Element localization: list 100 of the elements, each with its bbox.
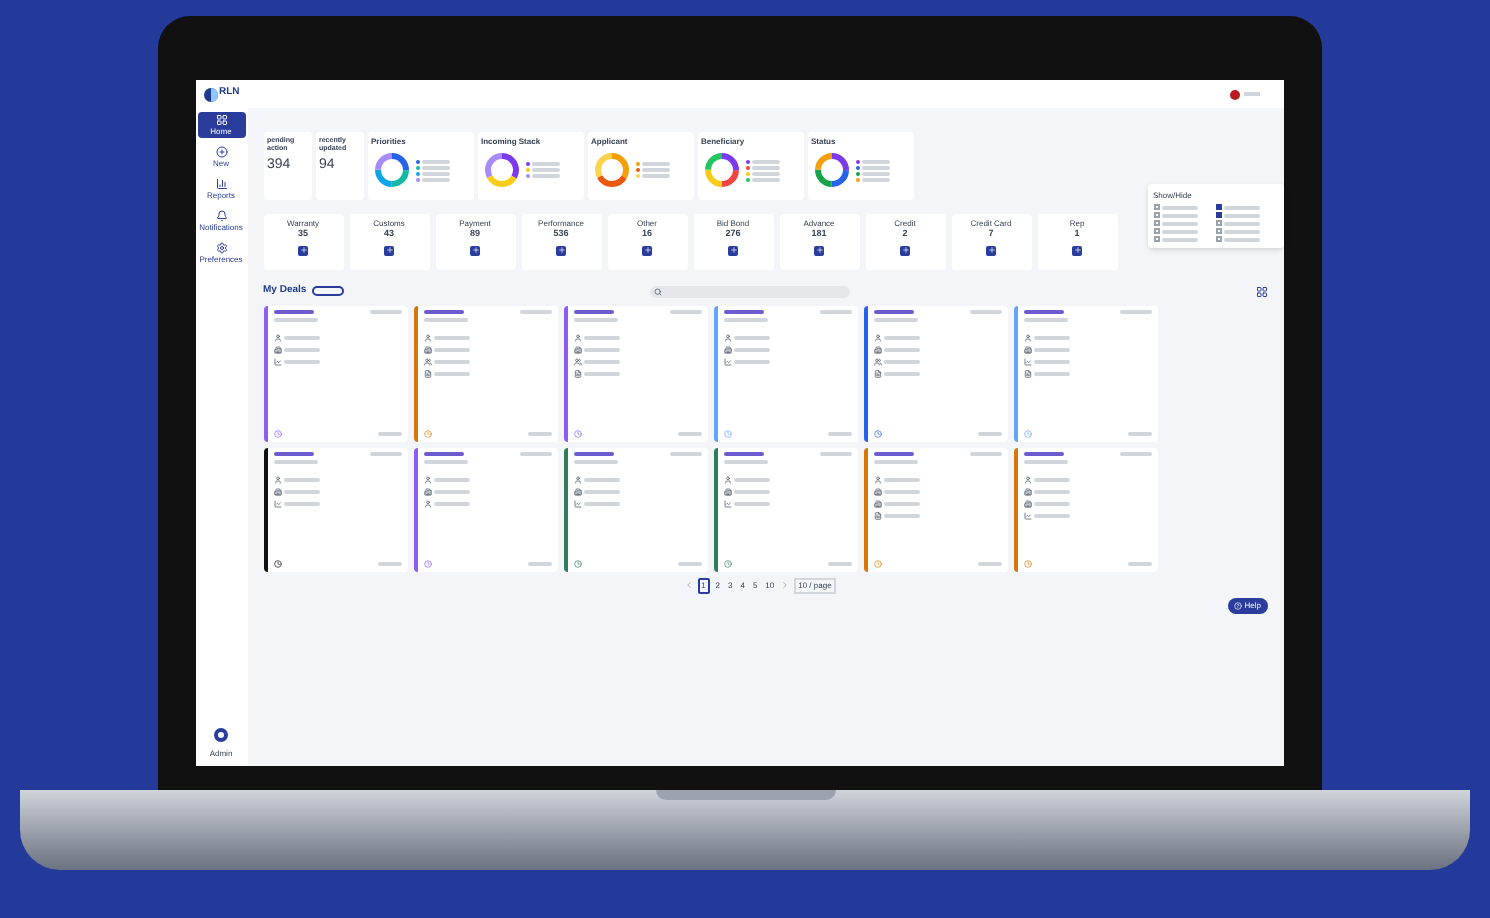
plus-icon [557,246,565,255]
add-button[interactable] [900,245,910,256]
blurred-text-line [1224,213,1260,217]
status-icon [873,559,881,567]
blurred-text-line [977,561,1001,565]
blurred-text-line [423,317,467,321]
blurred-text-line [583,371,619,375]
blurred-text-line [1127,431,1151,435]
detail-icon [273,499,281,507]
detail-icon [423,475,431,483]
blurred-text-line [527,561,551,565]
detail-icon [873,499,881,507]
blurred-text-line [883,371,919,375]
blurred-text-line [583,477,619,481]
detail-icon [723,499,731,507]
grid-view-icon[interactable] [1255,285,1267,298]
option-checkbox[interactable] [1216,236,1222,242]
blurred-text-line [433,347,469,351]
add-button[interactable] [384,245,394,256]
blurred-text-line [969,451,1001,455]
blurred-text-line [1023,317,1067,321]
blurred-text-line [1033,347,1069,351]
option-checkbox[interactable] [1216,220,1222,226]
filter-pill[interactable] [312,286,345,297]
detail-icon [273,357,281,365]
add-button[interactable] [728,245,738,256]
detail-icon [1023,511,1031,519]
nav-icon [215,242,227,254]
detail-icon [273,333,281,341]
blurred-text-line [583,489,619,493]
blurred-text-line [433,359,469,363]
blurred-text-line [1023,451,1063,455]
blurred-text-line [723,451,763,455]
blurred-text-line [273,317,317,321]
blurred-text-line [519,451,551,455]
blurred-text-line [827,431,851,435]
add-button[interactable] [298,245,308,256]
blurred-text-line [883,513,919,517]
blurred-text-line [723,317,767,321]
plus-icon [299,246,307,255]
blurred-text-line [873,317,917,321]
add-button[interactable] [642,245,652,256]
option-checkbox[interactable] [1153,212,1159,218]
blurred-text-line [669,309,701,313]
detail-icon [723,487,731,495]
search-field[interactable] [650,285,851,298]
add-button[interactable] [986,245,996,256]
nav-icon [215,178,227,190]
blurred-text-line [819,451,851,455]
blurred-text-line [573,451,613,455]
blurred-text-line [883,335,919,339]
deal-card[interactable] [263,447,407,571]
blurred-text-line [669,451,701,455]
detail-icon [723,333,731,341]
detail-icon [573,345,581,353]
add-button[interactable] [814,245,824,256]
blurred-text-line [433,335,469,339]
blurred-text-line [433,501,469,505]
option-checkbox[interactable] [1153,220,1159,226]
add-button[interactable] [556,245,566,256]
blurred-text-line [827,561,851,565]
plus-icon [385,246,393,255]
option-checkbox[interactable] [1153,236,1159,242]
blurred-text-line [1033,359,1069,363]
blurred-text-line [1224,229,1260,233]
blurred-text-line [1033,371,1069,375]
blurred-text-line [283,347,319,351]
plus-icon [987,246,995,255]
blurred-text-line [1161,213,1197,217]
option-checkbox[interactable] [1216,212,1222,218]
blurred-text-line [977,431,1001,435]
detail-icon [873,511,881,519]
donut-chart-drawing [701,150,741,190]
status-icon [273,429,281,437]
blurred-text-line [283,335,319,339]
add-button[interactable] [1072,245,1082,256]
blurred-text-line [583,347,619,351]
detail-icon [573,357,581,365]
blurred-text-line [733,477,769,481]
status-icon [873,429,881,437]
blurred-text-line [873,459,917,463]
status-icon [723,559,731,567]
blurred-text-line [733,335,769,339]
user-avatar[interactable] [1229,89,1239,99]
option-checkbox[interactable] [1153,204,1159,210]
status-icon [423,429,431,437]
add-button[interactable] [470,245,480,256]
blurred-text-line [1023,309,1063,313]
option-checkbox[interactable] [1216,204,1222,210]
detail-icon [423,499,431,507]
option-checkbox[interactable] [1153,228,1159,234]
blurred-text-line [733,347,769,351]
blurred-text-line [1161,229,1197,233]
status-icon [1023,429,1031,437]
blurred-text-line [583,335,619,339]
blurred-text-line [273,309,313,313]
blurred-text-line [377,431,401,435]
admin-avatar-icon[interactable] [214,728,228,742]
option-checkbox[interactable] [1216,228,1222,234]
detail-icon [1023,333,1031,341]
